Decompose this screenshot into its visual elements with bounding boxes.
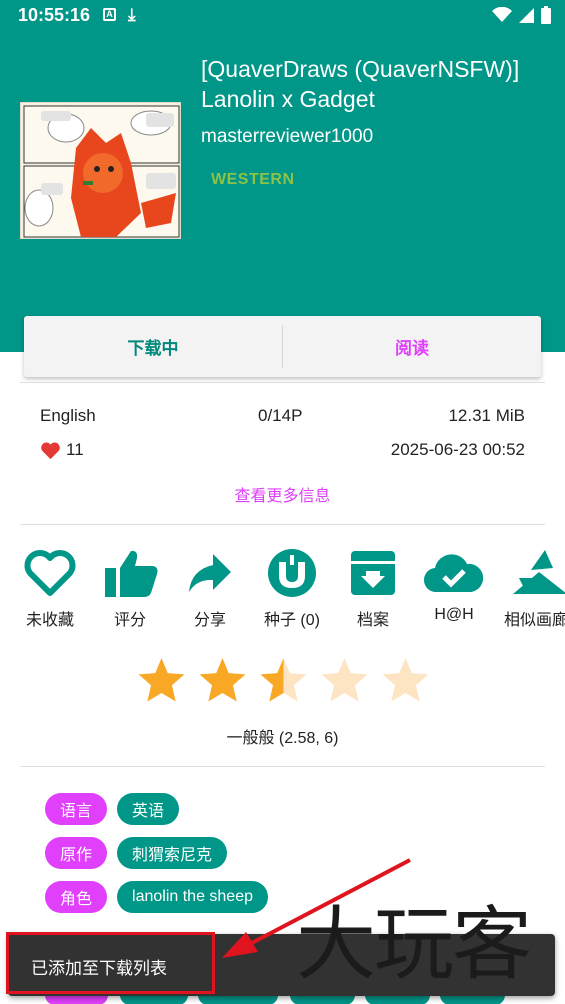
star-half-icon (260, 658, 307, 702)
star-icon (199, 658, 246, 702)
favorite-label: 未收藏 (25, 612, 74, 629)
rating-text: 一般般 (2.58, 6) (226, 730, 339, 747)
pages-value: 0/14P (258, 406, 303, 425)
share-icon (189, 554, 231, 592)
tag-row: 角色 lanolin the sheep (45, 881, 268, 913)
status-time: 10:55:16 (18, 5, 91, 25)
battery-icon (541, 6, 551, 24)
download-button[interactable]: 下载中 (24, 316, 282, 377)
more-info-link[interactable]: 查看更多信息 (0, 482, 565, 506)
tag-chip[interactable]: 刺猬索尼克 (117, 837, 228, 869)
tag-namespace[interactable]: 角色 (45, 881, 108, 913)
archive-icon (351, 551, 395, 595)
star-empty-icon (382, 658, 429, 702)
status-bar: 10:55:16 A ⤓ (0, 0, 565, 30)
gallery-uploader[interactable]: masterreviewer1000 (201, 126, 373, 148)
tag-namespace[interactable]: 原作 (45, 837, 108, 869)
favorite-button[interactable]: 未收藏 (10, 548, 90, 630)
star-empty-icon (321, 658, 368, 702)
star-icon (138, 658, 185, 702)
tag-row: 语言 英语 (45, 793, 180, 825)
language-value: English (40, 406, 96, 425)
tag-namespace[interactable]: 语言 (45, 793, 108, 825)
similar-gallery-button[interactable]: 相似画廊 (495, 548, 565, 630)
torrent-label: 种子 (0) (263, 612, 320, 629)
favorite-count-value: 11 (66, 440, 84, 459)
divider (20, 766, 545, 767)
share-button[interactable]: 分享 (170, 548, 250, 630)
tag-chip[interactable]: lanolin the sheep (117, 881, 268, 913)
archive-button[interactable]: 档案 (333, 548, 413, 630)
signal-icon (519, 7, 534, 23)
heart-filled-icon (41, 441, 60, 459)
favorite-count: 11 (40, 440, 84, 460)
torrent-icon (268, 549, 316, 597)
similar-label: 相似画廊 (504, 612, 565, 629)
gallery-category-badge[interactable]: WESTERN (211, 171, 295, 189)
gallery-cover-thumbnail[interactable] (20, 102, 181, 239)
highlight-box (6, 932, 215, 994)
watermark-logo: 大玩客 (296, 898, 532, 991)
heart-outline-icon (24, 550, 76, 596)
download-notification-icon: ⤓ (128, 5, 136, 24)
rate-label: 评分 (113, 612, 146, 629)
tag-chip[interactable]: 英语 (117, 793, 180, 825)
posted-date: 2025-06-23 00:52 (390, 440, 525, 459)
keyboard-notification-icon: A (103, 8, 116, 21)
similar-icon (513, 550, 565, 594)
hath-button[interactable]: H@H (414, 548, 494, 624)
divider (20, 382, 545, 383)
action-card: 下载中 阅读 (24, 316, 541, 377)
hath-label: H@H (434, 606, 474, 623)
torrent-button[interactable]: 种子 (0) (252, 548, 332, 630)
read-button[interactable]: 阅读 (283, 316, 541, 377)
share-label: 分享 (193, 612, 226, 629)
archive-label: 档案 (356, 612, 389, 629)
rating-stars[interactable] (136, 656, 431, 704)
divider (20, 524, 545, 525)
gallery-title[interactable]: [QuaverDraws (QuaverNSFW)] Lanolin x Gad… (201, 54, 541, 114)
thumbs-up-icon (105, 550, 158, 597)
size-value: 12.31 MiB (448, 406, 525, 425)
rate-button[interactable]: 评分 (90, 548, 170, 630)
wifi-icon (492, 7, 512, 22)
tag-row: 原作 刺猬索尼克 (45, 837, 228, 869)
cloud-done-icon (423, 554, 484, 593)
